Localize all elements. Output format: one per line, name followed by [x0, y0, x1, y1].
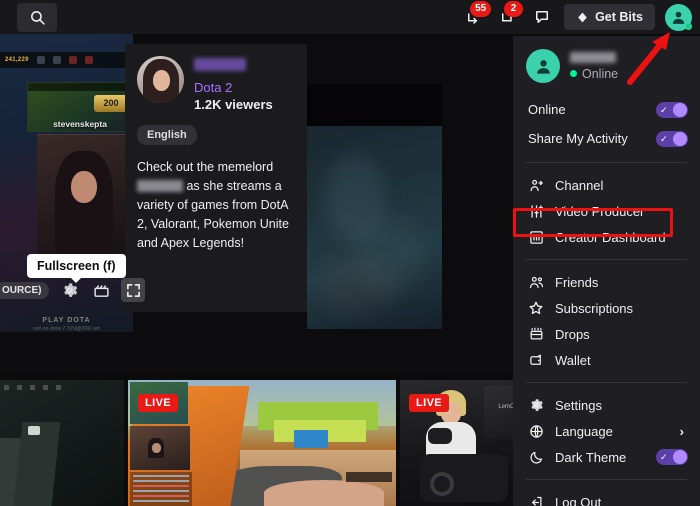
- mail-badge-count: 55: [470, 1, 492, 17]
- menu-item-channel[interactable]: Channel: [513, 172, 700, 198]
- menu-item-creator-dashboard-label: Creator Dashboard: [555, 229, 666, 245]
- menu-item-video-producer[interactable]: Video Producer: [513, 198, 700, 224]
- source-quality-label[interactable]: OURCE): [0, 281, 50, 299]
- channel-person-icon: [528, 177, 544, 193]
- game-hud-bar: 241,229: [0, 52, 133, 68]
- top-navigation-bar: 55 2 Get Bits: [0, 0, 700, 34]
- menu-item-wallet[interactable]: Wallet: [513, 347, 700, 373]
- webcam-overlay: [37, 134, 133, 255]
- menu-item-log-out[interactable]: Log Out: [513, 489, 700, 506]
- live-badge: LIVE: [138, 394, 179, 412]
- menu-item-dark-theme-label: Dark Theme: [555, 449, 627, 465]
- menu-item-settings[interactable]: Settings: [513, 392, 700, 418]
- language-tag[interactable]: English: [137, 125, 197, 145]
- menu-item-settings-label: Settings: [555, 397, 602, 413]
- menu-item-language-label: Language: [555, 423, 613, 439]
- menu-item-friends-label: Friends: [555, 274, 599, 290]
- menu-item-subscriptions[interactable]: Subscriptions: [513, 295, 700, 321]
- hud-icon-3: [68, 56, 77, 64]
- chat-bubble-icon[interactable]: [530, 5, 554, 29]
- stream-thumbnail-row: LIVE LemOn LIVE: [0, 380, 520, 506]
- fullscreen-icon[interactable]: [121, 278, 146, 302]
- preview-card-header: Dota 2 1.2K viewers: [137, 56, 295, 113]
- online-switch[interactable]: ✓: [656, 101, 688, 118]
- dropdown-username-redacted: [570, 51, 616, 63]
- toggle-online[interactable]: Online ✓: [513, 95, 700, 124]
- divider: [526, 162, 687, 163]
- annotation-arrow-icon: [627, 32, 670, 85]
- wallet-icon: [528, 352, 544, 368]
- viewer-count: 1.2K viewers: [194, 97, 273, 112]
- description-text-1: Check out the memelord: [137, 160, 274, 174]
- sliders-icon: [528, 203, 544, 219]
- menu-item-video-producer-label: Video Producer: [555, 203, 645, 219]
- fullscreen-tooltip: Fullscreen (f): [27, 254, 126, 283]
- streamer-avatar: [137, 56, 184, 103]
- menu-item-drops-label: Drops: [555, 326, 590, 342]
- stream-watermark: PLAY DOTA: [42, 317, 91, 324]
- friends-icon: [528, 274, 544, 290]
- dropdown-status-label: Online: [582, 66, 619, 81]
- menu-item-channel-label: Channel: [555, 177, 604, 193]
- online-status-dot: [685, 22, 692, 30]
- stream-game-link[interactable]: Dota 2: [194, 79, 273, 96]
- dropdown-status: Online: [570, 67, 618, 81]
- menu-item-dark-theme[interactable]: Dark Theme ✓: [513, 444, 700, 470]
- share-activity-switch[interactable]: ✓: [656, 130, 688, 147]
- menu-item-friends[interactable]: Friends: [513, 269, 700, 295]
- hero-score-badge: 200: [94, 95, 128, 112]
- game-hero-card: 200 stevenskepta: [27, 82, 133, 132]
- hud-gold-label: 241,229: [5, 57, 29, 63]
- twitch-page: 241,229 200 stevenskepta PLAY DOTA not o…: [0, 0, 700, 506]
- menu-item-wallet-label: Wallet: [555, 352, 591, 368]
- dark-theme-switch[interactable]: ✓: [656, 449, 688, 465]
- divider: [526, 479, 687, 480]
- stream-description: Check out the memelord as she streams a …: [137, 158, 295, 253]
- hud-icon-1: [36, 56, 45, 64]
- menu-item-subscriptions-label: Subscriptions: [555, 300, 634, 316]
- menu-item-drops[interactable]: Drops: [513, 321, 700, 347]
- streamer-overlay-name: stevenskepta: [53, 119, 107, 129]
- mail-notification[interactable]: 55: [462, 1, 492, 29]
- stream-watermark-sub: not on dota 7.37d@300 set: [33, 326, 100, 332]
- background-video-secondary: [307, 84, 442, 329]
- logout-icon: [528, 494, 544, 506]
- thumbnail-fps-game[interactable]: LIVE: [128, 380, 396, 506]
- moon-icon: [528, 449, 544, 465]
- stream-preview-card[interactable]: Dota 2 1.2K viewers English Check out th…: [125, 44, 307, 312]
- description-name-redacted: [137, 180, 183, 192]
- thumbnail-dark-game[interactable]: [0, 380, 124, 506]
- menu-item-log-out-label: Log Out: [555, 494, 602, 506]
- search-icon: [29, 9, 46, 26]
- inbox-badge-count: 2: [504, 1, 524, 17]
- toggle-share-activity-label: Share My Activity: [528, 131, 628, 146]
- toggle-online-label: Online: [528, 102, 566, 117]
- status-dot-icon: [570, 70, 577, 77]
- clip-icon[interactable]: [89, 278, 113, 302]
- toggle-share-activity[interactable]: Share My Activity ✓: [513, 124, 700, 153]
- inbox-notification[interactable]: 2: [496, 1, 524, 29]
- live-badge: LIVE: [409, 394, 450, 412]
- account-dropdown-menu: Online Online ✓ Share My Activity ✓ Chan…: [513, 36, 700, 506]
- divider: [526, 259, 687, 260]
- dropdown-avatar: [526, 49, 560, 83]
- star-icon: [528, 300, 544, 316]
- menu-item-language[interactable]: Language ›: [513, 418, 700, 444]
- hud-icon-4: [84, 56, 93, 64]
- search-button[interactable]: [17, 3, 57, 32]
- divider: [526, 382, 687, 383]
- hud-icon-2: [52, 56, 61, 64]
- streamer-name-redacted[interactable]: [194, 58, 246, 71]
- get-bits-label: Get Bits: [595, 10, 643, 24]
- bits-diamond-icon: [576, 11, 589, 24]
- dashboard-chart-icon: [528, 229, 544, 245]
- gear-icon: [528, 397, 544, 413]
- drops-chest-icon: [528, 326, 544, 342]
- thumbnail-streamer-cam[interactable]: LemOn LIVE: [400, 380, 520, 506]
- globe-icon: [528, 423, 544, 439]
- chevron-right-icon: ›: [679, 423, 684, 439]
- menu-item-creator-dashboard[interactable]: Creator Dashboard: [513, 224, 700, 250]
